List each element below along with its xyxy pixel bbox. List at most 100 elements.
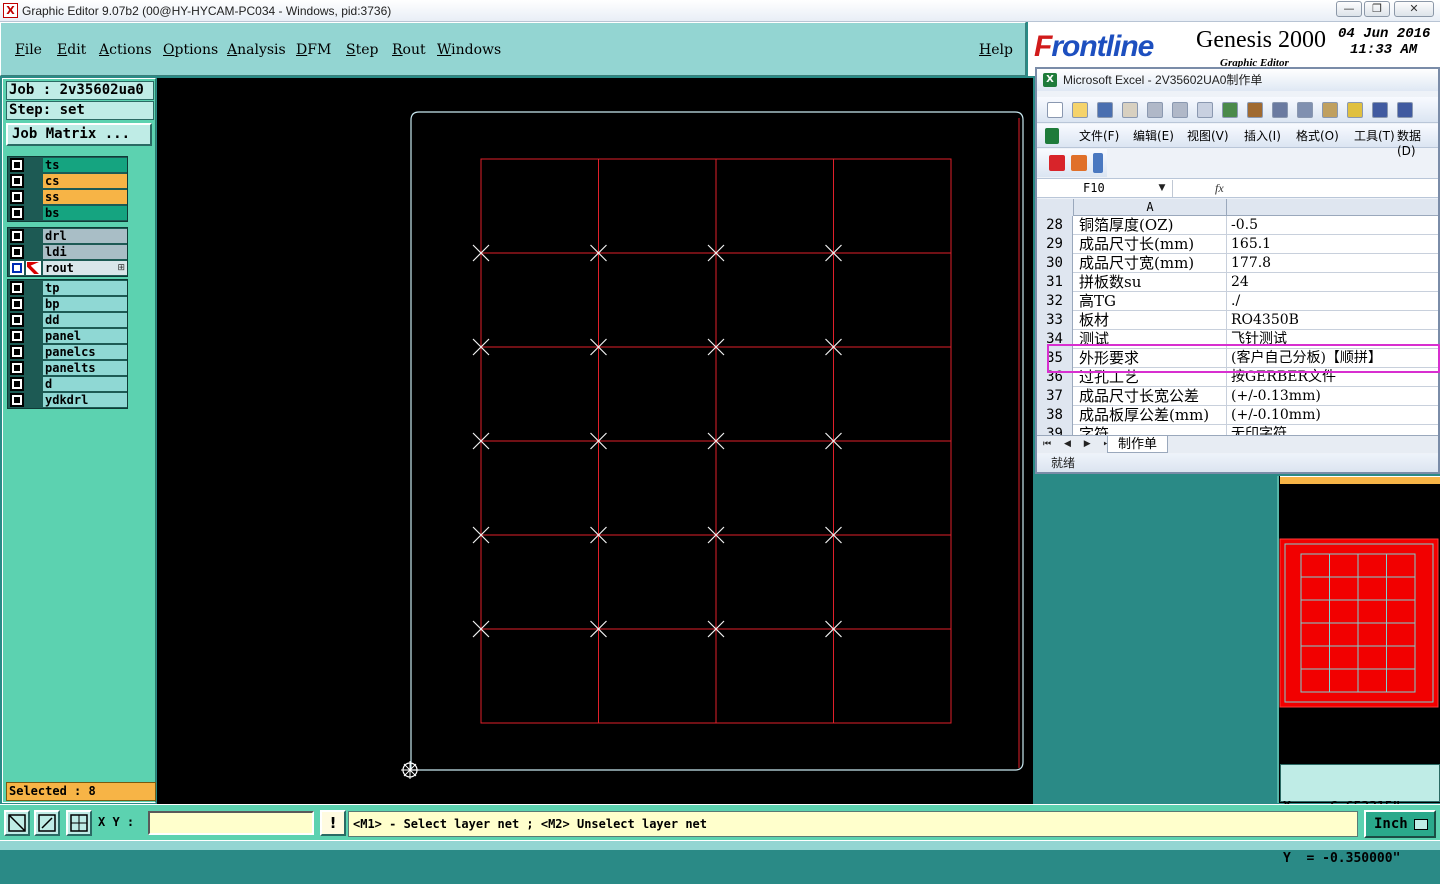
research-icon[interactable] — [1247, 102, 1263, 118]
menu-edit[interactable]: Edit — [57, 41, 86, 59]
job-matrix-button[interactable]: Job Matrix ... — [6, 123, 152, 146]
layer-row[interactable]: tp — [8, 280, 127, 296]
zoom-area-icon[interactable] — [4, 810, 30, 836]
layer-name[interactable]: panelts — [43, 361, 127, 375]
layer-checkbox[interactable] — [10, 158, 24, 172]
cell-b[interactable]: (+/-0.10mm) — [1229, 406, 1438, 425]
cell-b[interactable]: ./ — [1229, 292, 1438, 311]
sheet-nav-arrows[interactable]: ⏮ ◀ ▶ ⏭ — [1043, 436, 1117, 453]
layer-row[interactable]: panel — [8, 328, 127, 344]
affected-slot[interactable] — [26, 361, 41, 375]
menu-help[interactable]: Help — [979, 41, 1013, 59]
cell-b[interactable]: 165.1 — [1229, 235, 1438, 254]
layer-row[interactable]: rout ⊞ — [8, 260, 127, 276]
spelling-icon[interactable] — [1222, 102, 1238, 118]
copy-icon[interactable] — [1297, 102, 1313, 118]
layer-row[interactable]: ss — [8, 189, 127, 205]
row-number[interactable]: 30 — [1037, 254, 1073, 273]
units-selector[interactable]: Inch — [1364, 810, 1436, 838]
layer-checkbox[interactable] — [10, 393, 24, 407]
graphic-canvas[interactable] — [157, 78, 1033, 804]
toolbar-options-icon[interactable] — [1093, 153, 1103, 173]
undo-icon[interactable] — [1372, 102, 1388, 118]
layer-row[interactable]: ts — [8, 157, 127, 173]
layer-name[interactable]: panel — [43, 329, 127, 343]
preview-icon[interactable] — [1197, 102, 1213, 118]
sheet-grid[interactable]: 28 铜箔厚度(OZ) -0.5 29 成品尺寸长(mm) 165.1 30 成品尺寸宽(mm… — [1037, 216, 1438, 437]
table-row[interactable]: 32 高TG ./ — [1037, 292, 1438, 311]
maximize-button[interactable]: ❐ — [1364, 1, 1390, 17]
affected-slot[interactable] — [26, 174, 41, 188]
excel-menu-tools[interactable]: 工具(T) — [1354, 129, 1395, 144]
menu-actions[interactable]: Actions — [99, 41, 152, 59]
layer-checkbox[interactable] — [10, 261, 24, 275]
layer-name[interactable]: dd — [43, 313, 127, 327]
affected-slot[interactable] — [26, 329, 41, 343]
layer-row[interactable]: drl — [8, 228, 127, 244]
print-icon[interactable] — [1172, 102, 1188, 118]
excel-menu-file[interactable]: 文件(F) — [1079, 129, 1119, 144]
cell-a[interactable]: 板材 — [1075, 311, 1227, 330]
cell-a[interactable]: 成品尺寸宽(mm) — [1075, 254, 1227, 273]
menu-rout[interactable]: Rout — [392, 41, 426, 59]
table-row[interactable]: 38 成品板厚公差(mm) (+/-0.10mm) — [1037, 406, 1438, 425]
chevron-down-icon[interactable]: ▼ — [1155, 181, 1169, 195]
layer-name[interactable]: bs — [43, 206, 127, 220]
menu-options[interactable]: Options — [163, 41, 218, 59]
fx-icon[interactable]: fx — [1215, 180, 1224, 197]
row-number[interactable]: 31 — [1037, 273, 1073, 292]
open-icon[interactable] — [1072, 102, 1088, 118]
redo-icon[interactable] — [1397, 102, 1413, 118]
affected-slot[interactable] — [26, 281, 41, 295]
zoom-fit-icon[interactable] — [34, 810, 60, 836]
menu-dfm[interactable]: DFM — [296, 41, 331, 59]
paste-icon[interactable] — [1322, 102, 1338, 118]
layer-checkbox[interactable] — [10, 245, 24, 259]
name-box[interactable]: F10 — [1043, 180, 1173, 197]
cell-a[interactable]: 成品尺寸长(mm) — [1075, 235, 1227, 254]
affected-slot[interactable] — [26, 206, 41, 220]
affected-slot[interactable] — [26, 345, 41, 359]
layer-checkbox[interactable] — [10, 377, 24, 391]
table-row[interactable]: 31 拼板数su 24 — [1037, 273, 1438, 292]
row-number[interactable]: 32 — [1037, 292, 1073, 311]
layer-name[interactable]: tp — [43, 281, 127, 295]
layer-row[interactable]: panelts — [8, 360, 127, 376]
row-number[interactable]: 38 — [1037, 406, 1073, 425]
layer-name[interactable]: bp — [43, 297, 127, 311]
layer-checkbox[interactable] — [10, 206, 24, 220]
column-header-a[interactable]: A — [1073, 199, 1227, 216]
print-preview-icon[interactable] — [1147, 102, 1163, 118]
cell-b[interactable]: 177.8 — [1229, 254, 1438, 273]
excel-menu-insert[interactable]: 插入(I) — [1244, 129, 1281, 144]
row-number[interactable]: 29 — [1037, 235, 1073, 254]
permission-icon[interactable] — [1122, 102, 1138, 118]
cut-icon[interactable] — [1272, 102, 1288, 118]
layer-row[interactable]: bp — [8, 296, 127, 312]
affected-slot[interactable] — [26, 313, 41, 327]
excel-menu-edit[interactable]: 编辑(E) — [1133, 129, 1174, 144]
cell-a[interactable]: 拼板数su — [1075, 273, 1227, 292]
layer-name[interactable]: cs — [43, 174, 127, 188]
affected-slot[interactable] — [26, 245, 41, 259]
pdf-convert-icon[interactable] — [1049, 155, 1065, 171]
menu-file[interactable]: File — [15, 41, 42, 59]
layer-row[interactable]: panelcs — [8, 344, 127, 360]
new-icon[interactable] — [1047, 102, 1063, 118]
layer-name[interactable]: ts — [43, 158, 127, 172]
layer-row[interactable]: d — [8, 376, 127, 392]
select-all-corner[interactable] — [1037, 199, 1073, 216]
layer-name[interactable]: d — [43, 377, 127, 391]
affected-slot[interactable] — [26, 229, 41, 243]
table-row[interactable]: 28 铜箔厚度(OZ) -0.5 — [1037, 216, 1438, 235]
layer-checkbox[interactable] — [10, 297, 24, 311]
table-row[interactable]: 30 成品尺寸宽(mm) 177.8 — [1037, 254, 1438, 273]
affected-slot[interactable] — [26, 190, 41, 204]
excel-menu-data[interactable]: 数据(D) — [1397, 129, 1438, 159]
cell-a[interactable]: 成品板厚公差(mm) — [1075, 406, 1227, 425]
cell-b[interactable]: RO4350B — [1229, 311, 1438, 330]
layer-checkbox[interactable] — [10, 361, 24, 375]
layer-checkbox[interactable] — [10, 345, 24, 359]
close-button[interactable]: ✕ — [1394, 1, 1434, 17]
cell-a[interactable]: 成品尺寸长宽公差 — [1075, 387, 1227, 406]
